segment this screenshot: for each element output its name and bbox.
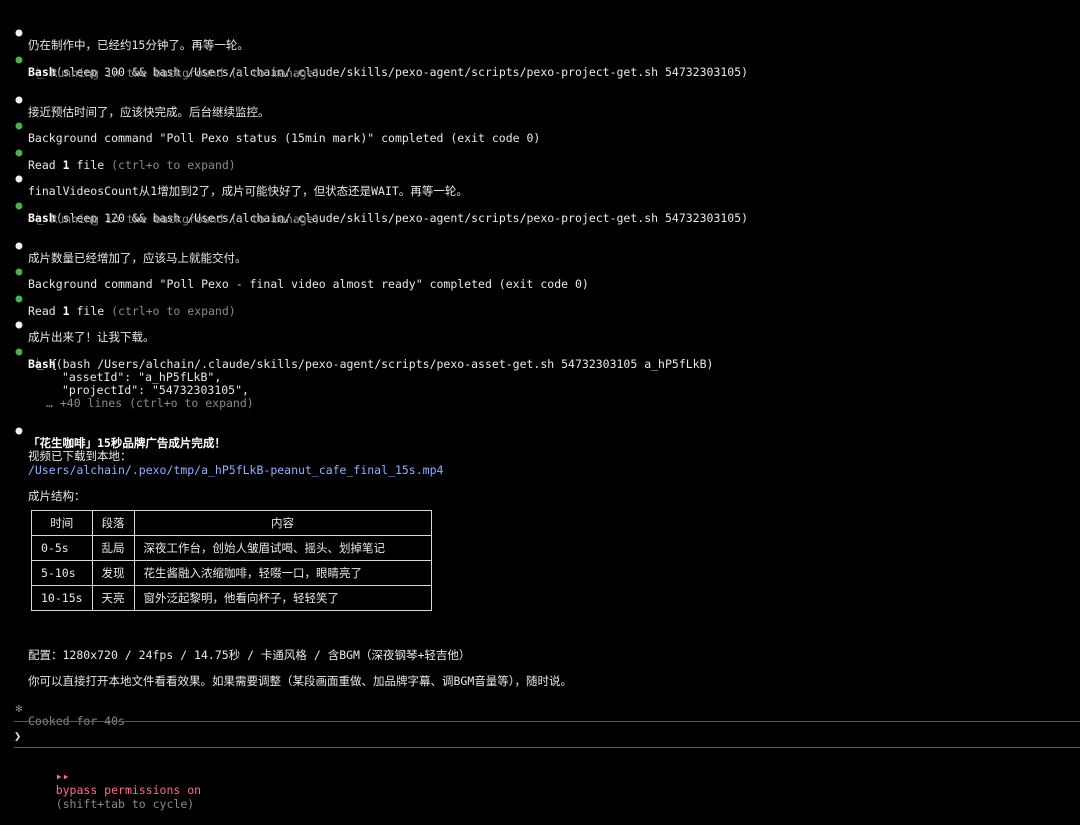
prompt-input[interactable]: ❯ [14,729,21,743]
bullet-icon: ● [15,145,23,159]
assistant-text: 成片出来了！让我下载。 [28,330,155,344]
download-label: 视频已下载到本地： [28,449,132,463]
json-open-brace: ⎿ { [32,357,58,371]
terminal-window: ● 仍在制作中，已经约15分钟了。再等一轮。 ● Bash(sleep 300 … [0,0,1080,811]
table-row: 5-10s 发现 花生酱融入浓缩咖啡，轻啜一口，眼睛亮了 [31,560,432,586]
table-cell: 深夜工作台，创始人皱眉试喝、摇头、划掉笔记 [133,535,432,561]
table-row: 10-15s 天亮 窗外泛起黎明，他看向杯子，轻轻笑了 [31,585,432,611]
table-header-segment: 段落 [91,510,135,536]
bullet-icon: ● [15,118,23,132]
more-lines-hint[interactable]: … +40 lines (ctrl+o to expand) [46,397,254,410]
table-cell: 0-5s [31,535,93,561]
closing-text: 你可以直接打开本地文件看看效果。如果需要调整（某段画面重做、加品牌字幕、调BGM… [28,674,573,688]
table-header-time: 时间 [31,510,93,536]
table-cell: 10-15s [31,585,93,611]
bullet-icon: ● [15,92,23,106]
background-status: ⎿ Running in the background (↓ to manage… [32,212,321,226]
bullet-icon: ● [15,264,23,278]
bullet-icon: ● [15,171,23,185]
table-header-row: 时间 段落 内容 [31,510,432,536]
config-text: 配置：1280x720 / 24fps / 14.75秒 / 卡通风格 / 含B… [28,648,471,662]
bullet-icon: ● [15,423,23,437]
bullet-icon: ● [15,317,23,331]
bullet-icon: ● [15,238,23,252]
bullet-icon: ● [15,291,23,305]
assistant-text: finalVideosCount从1增加到2了，成片可能快好了，但状态还是WAI… [28,184,468,198]
assistant-text: 仍在制作中，已经约15分钟了。再等一轮。 [28,38,249,52]
expand-hint[interactable]: (ctrl+o to expand) [111,158,236,172]
input-bottom-divider [14,747,1080,748]
structure-table: 时间 段落 内容 0-5s 乱局 深夜工作台，创始人皱眉试喝、摇头、划掉笔记 5… [31,510,432,611]
table-cell: 天亮 [91,585,135,611]
permission-mode-hint: (shift+tab to cycle) [55,797,195,811]
download-path-link[interactable]: /Users/alchain/.pexo/tmp/a_hP5fLkB-peanu… [28,464,443,477]
table-row: 0-5s 乱局 深夜工作台，创始人皱眉试喝、摇头、划掉笔记 [31,535,432,561]
sparkle-icon: ✻ [15,701,23,715]
permission-mode-bar[interactable]: ▸▸ bypass permissions on (shift+tab to c… [28,755,201,825]
assistant-text: 成片数量已经增加了，应该马上就能交付。 [28,251,247,265]
table-cell: 乱局 [91,535,135,561]
prompt-chevron-icon: ❯ [14,729,22,743]
bullet-icon: ● [15,25,23,39]
input-top-divider [14,721,1080,722]
fast-forward-icon: ▸▸ [55,769,70,783]
table-cell: 花生酱融入浓缩咖啡，轻啜一口，眼睛亮了 [133,560,432,586]
background-command-text: Background command "Poll Pexo status (15… [28,131,541,145]
background-command-text: Background command "Poll Pexo - final vi… [28,277,589,291]
structure-label: 成片结构： [28,489,86,503]
permission-mode-label[interactable]: bypass permissions on [56,783,201,797]
background-status: ⎿ Running in the background (↓ to manage… [32,66,321,80]
structure-label-line: 成片结构： [0,477,86,516]
expand-hint[interactable]: (ctrl+o to expand) [111,304,236,318]
table-cell: 窗外泛起黎明，他看向杯子，轻轻笑了 [133,585,432,611]
table-header-content: 内容 [133,510,432,536]
table-cell: 5-10s [31,560,93,586]
assistant-text: 接近预估时间了，应该快完成。后台继续监控。 [28,105,270,119]
table-cell: 发现 [91,560,135,586]
tool-args: (bash /Users/alchain/.claude/skills/pexo… [55,357,714,371]
